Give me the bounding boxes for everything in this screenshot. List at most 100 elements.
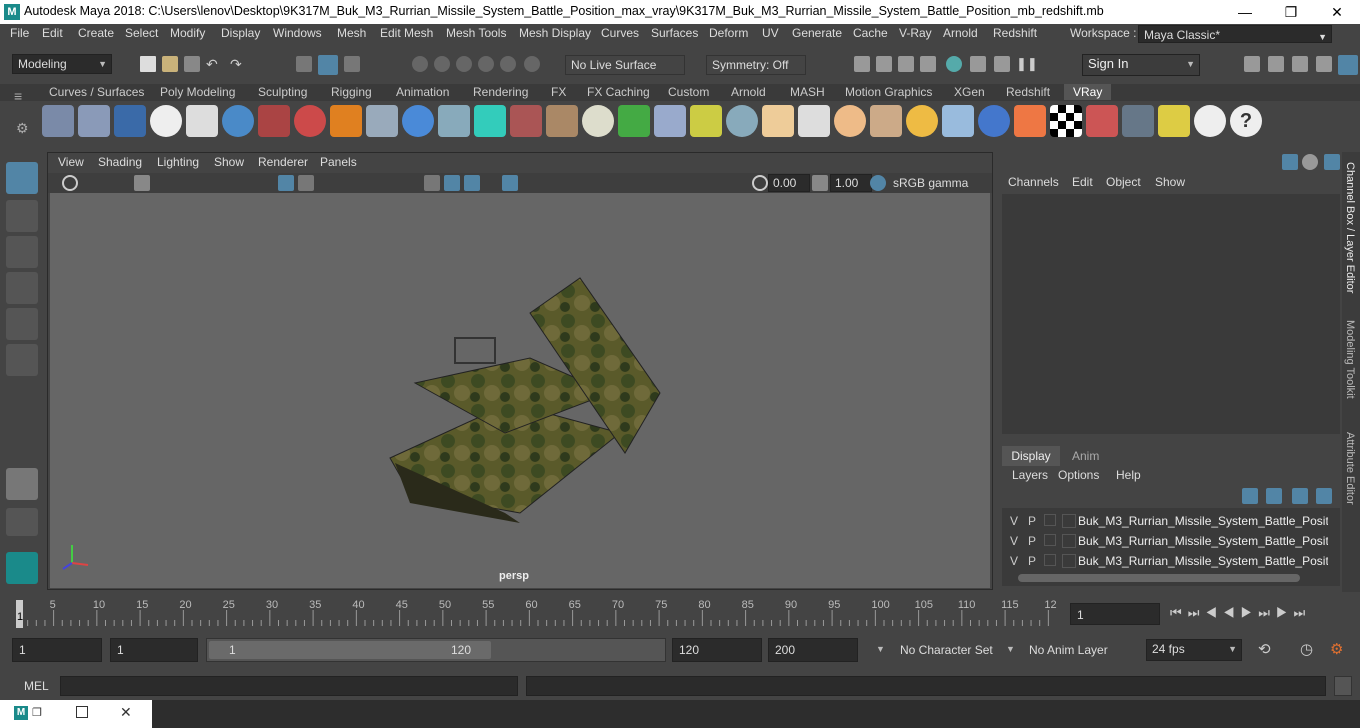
paint-select-tool-icon[interactable] xyxy=(6,236,38,268)
menu-mesh-display[interactable]: Mesh Display xyxy=(519,26,591,40)
shelf-menu-icon[interactable]: ≡ xyxy=(14,88,22,104)
animation-start-field[interactable]: 1 xyxy=(12,638,102,662)
menu-surfaces[interactable]: Surfaces xyxy=(651,26,698,40)
vray-sphere-fade-icon[interactable] xyxy=(78,105,110,137)
shelf-tab-rendering[interactable]: Rendering xyxy=(473,85,528,99)
sign-in-button[interactable]: Sign In ▼ xyxy=(1082,54,1200,76)
shelf-tab-redshift[interactable]: Redshift xyxy=(1006,85,1050,99)
menu-select[interactable]: Select xyxy=(125,26,158,40)
layer-visibility-toggle[interactable]: V xyxy=(1010,534,1018,548)
step-back-frame-icon[interactable]: ◀ xyxy=(1205,605,1223,620)
menu-cache[interactable]: Cache xyxy=(853,26,888,40)
go-to-start-icon[interactable]: ⏮ xyxy=(1170,605,1188,620)
playback-end-field[interactable]: 120 xyxy=(672,638,762,662)
vray-logo-icon[interactable] xyxy=(150,105,182,137)
current-frame-field[interactable]: 1 xyxy=(1070,603,1160,625)
vray-log-icon[interactable] xyxy=(186,105,218,137)
workspace-dropdown[interactable]: Maya Classic* ▼ xyxy=(1138,25,1332,43)
play-forwards-icon[interactable]: ▶ xyxy=(1241,605,1259,620)
vray-settings-panel-icon[interactable] xyxy=(1122,105,1154,137)
layer-playback-toggle[interactable]: P xyxy=(1028,514,1036,528)
viewport-menu-show[interactable]: Show xyxy=(214,155,244,169)
menu-edit[interactable]: Edit xyxy=(42,26,63,40)
vehicle-model[interactable] xyxy=(389,277,661,523)
single-pane-layout-icon[interactable] xyxy=(6,468,38,500)
menu-generate[interactable]: Generate xyxy=(792,26,842,40)
side-tab-modeling-toolkit[interactable]: Modeling Toolkit xyxy=(1344,320,1356,399)
mel-label[interactable]: MEL xyxy=(24,679,49,693)
command-input[interactable] xyxy=(60,676,518,696)
layer-playback-toggle[interactable]: P xyxy=(1028,534,1036,548)
render-settings-icon[interactable] xyxy=(920,56,936,72)
channels-menu[interactable]: Channels xyxy=(1008,175,1059,189)
attribute-editor-icon[interactable] xyxy=(1268,56,1284,72)
move-layer-up-icon[interactable] xyxy=(1242,488,1258,504)
modeling-toolkit-icon[interactable] xyxy=(1244,56,1260,72)
new-layer-selected-icon[interactable] xyxy=(1316,488,1332,504)
snap-curve-icon[interactable] xyxy=(434,56,450,72)
time-slider[interactable]: 5 10 15 20 25 30 35 40 45 50 55 60 65 70 75 80 85 90 95 100… xyxy=(0,596,1360,634)
side-tab-channel-box[interactable]: Channel Box / Layer Editor xyxy=(1344,162,1356,293)
auto-key-icon[interactable]: ◷ xyxy=(1300,640,1313,658)
channel-show-menu[interactable]: Show xyxy=(1155,175,1185,189)
save-scene-icon[interactable] xyxy=(184,56,200,72)
layers-menu[interactable]: Layers xyxy=(1012,468,1048,482)
menu-arnold[interactable]: Arnold xyxy=(943,26,978,40)
render-view-icon[interactable] xyxy=(854,56,870,72)
layer-type-toggle[interactable] xyxy=(1044,514,1056,526)
shelf-tab-xgen[interactable]: XGen xyxy=(954,85,985,99)
help-menu[interactable]: Help xyxy=(1116,468,1141,482)
vray-checker-icon[interactable] xyxy=(1050,105,1082,137)
chevron-down-icon[interactable]: ▼ xyxy=(1006,644,1015,654)
minimize-button[interactable]: — xyxy=(1222,0,1268,24)
layer-type-toggle[interactable] xyxy=(1044,554,1056,566)
rotate-tool-icon[interactable] xyxy=(6,308,38,340)
anim-layer-dropdown[interactable]: No Anim Layer xyxy=(1029,643,1108,657)
redshift-render-icon[interactable] xyxy=(970,56,986,72)
outliner-icon[interactable] xyxy=(1316,56,1332,72)
snap-view-plane-icon[interactable] xyxy=(478,56,494,72)
time-ruler[interactable]: 5 10 15 20 25 30 35 40 45 50 55 60 65 70 75 80 85 90 95 100… xyxy=(0,596,1066,634)
vray-light-dome-half-icon[interactable] xyxy=(762,105,794,137)
shelf-tab-animation[interactable]: Animation xyxy=(396,85,449,99)
layer-type-toggle[interactable] xyxy=(1044,534,1056,546)
close-button[interactable]: ✕ xyxy=(1314,0,1360,24)
chevron-down-icon[interactable]: ▼ xyxy=(876,644,885,654)
vray-sun-icon[interactable] xyxy=(906,105,938,137)
vray-displacement-icon[interactable] xyxy=(474,105,506,137)
viewport-menu-view[interactable]: View xyxy=(58,155,84,169)
menu-redshift[interactable]: Redshift xyxy=(993,26,1037,40)
vray-particle-icon[interactable] xyxy=(654,105,686,137)
viewport-canvas[interactable]: persp xyxy=(50,193,990,588)
vray-spot-light-icon[interactable] xyxy=(798,105,830,137)
go-to-end-icon[interactable]: ⏭ xyxy=(1294,605,1312,620)
play-backwards-icon[interactable]: ◀ xyxy=(1223,605,1241,620)
vray-fire-icon[interactable] xyxy=(330,105,362,137)
step-forward-frame-icon[interactable]: ▶ xyxy=(1276,605,1294,620)
channel-box-toggle-icon[interactable] xyxy=(1338,55,1358,75)
menu-vray[interactable]: V-Ray xyxy=(899,26,932,40)
viewport-menu-panels[interactable]: Panels xyxy=(320,155,357,169)
vray-grass-icon[interactable] xyxy=(618,105,650,137)
film-gate-icon[interactable] xyxy=(298,175,314,191)
grid-toggle-icon[interactable] xyxy=(278,175,294,191)
layer-row[interactable]: V P Buk_M3_Rurrian_Missile_System_Battle… xyxy=(1006,552,1336,570)
attribute-editor-toggle-icon[interactable] xyxy=(1302,154,1318,170)
vray-ipr-icon[interactable] xyxy=(222,105,254,137)
viewport-menu-lighting[interactable]: Lighting xyxy=(157,155,199,169)
camera-attributes-icon[interactable] xyxy=(134,175,150,191)
vray-cloud-icon[interactable] xyxy=(1194,105,1226,137)
color-management-icon[interactable] xyxy=(870,175,886,191)
redo-icon[interactable]: ↷ xyxy=(230,56,242,73)
shelf-tab-arnold[interactable]: Arnold xyxy=(731,85,766,99)
snap-point-icon[interactable] xyxy=(456,56,472,72)
shelf-tab-rigging[interactable]: Rigging xyxy=(331,85,372,99)
menu-windows[interactable]: Windows xyxy=(273,26,322,40)
new-empty-layer-icon[interactable] xyxy=(1292,488,1308,504)
vray-frame-buffer-icon[interactable] xyxy=(114,105,146,137)
side-tab-attribute-editor[interactable]: Attribute Editor xyxy=(1344,432,1356,505)
layer-playback-toggle[interactable]: P xyxy=(1028,554,1036,568)
options-menu[interactable]: Options xyxy=(1058,468,1099,482)
restore-button[interactable]: ❐ xyxy=(1268,0,1314,24)
shelf-tab-poly-modeling[interactable]: Poly Modeling xyxy=(160,85,235,99)
